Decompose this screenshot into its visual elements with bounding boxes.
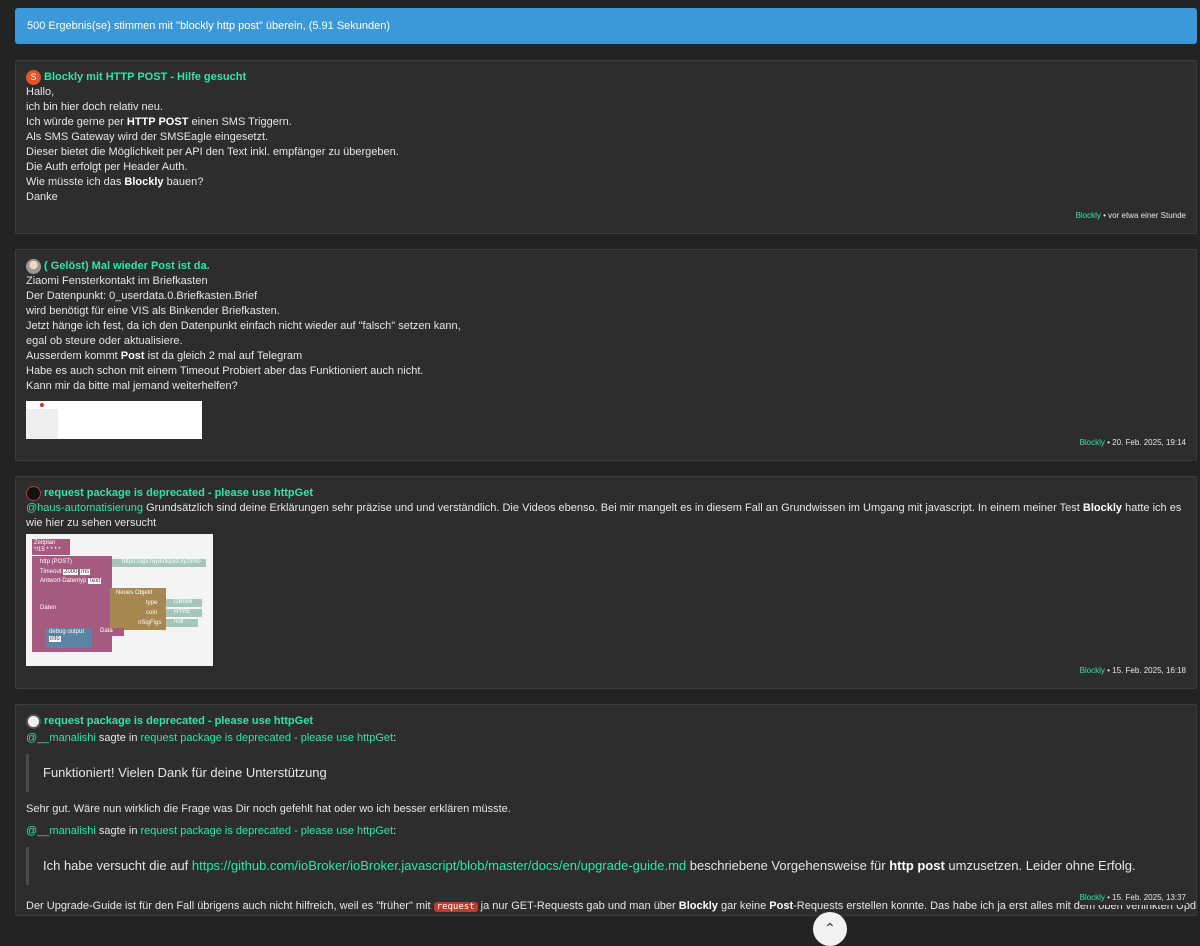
post-timestamp: • 20. Feb. 2025, 19:14	[1104, 438, 1186, 447]
user-avatar[interactable]	[26, 485, 41, 501]
post-text-line: Habe es auch schon mit einem Timeout Pro…	[26, 365, 424, 377]
category-link[interactable]: Blockly	[1076, 211, 1101, 220]
post-timestamp: • vor etwa einer Stunde	[1100, 211, 1186, 220]
post-meta: Blockly • 20. Feb. 2025, 19:14	[1080, 435, 1186, 450]
block-data-variable: Data	[92, 628, 124, 636]
search-result-card: request package is deprecated - please u…	[15, 476, 1197, 689]
search-result-card: request package is deprecated - please u…	[15, 704, 1197, 916]
user-avatar[interactable]: S	[26, 69, 41, 85]
result-title-link[interactable]: request package is deprecated - please u…	[44, 486, 313, 501]
block-label: Antwort-Datentyp Text	[40, 578, 102, 584]
post-text-line: wird benötigt für eine VIS als Binkender…	[26, 305, 280, 317]
user-mention-link[interactable]: @__manalishi	[26, 825, 96, 837]
dot-icon	[40, 403, 44, 407]
post-text-line: Wie müsste ich das Blockly bauen?	[26, 176, 204, 188]
post-text-line: Die Auth erfolgt per Header Auth.	[26, 161, 188, 173]
post-text-line: Ziaomi Fensterkontakt im Briefkasten	[26, 275, 208, 287]
post-text-line: Als SMS Gateway wird der SMSEagle einges…	[26, 131, 269, 143]
post-text-line: egal ob steure oder aktualisiere.	[26, 335, 183, 347]
post-text-line: Sehr gut. Wäre nun wirklich die Frage wa…	[26, 803, 511, 815]
block-zeitplan: Zeitplan */15 * * * *	[32, 539, 70, 555]
post-meta: Blockly • 15. Feb. 2025, 16:18	[1080, 663, 1186, 678]
block-value: HYPE	[166, 609, 202, 617]
search-results-banner: 500 Ergebnis(se) stimmen mit "blockly ht…	[15, 8, 1197, 44]
post-text-line: Dieser bietet die Möglichkeit per API de…	[26, 146, 399, 158]
post-text-line: Kann mir da bitte mal jemand weiterhelfe…	[26, 380, 238, 392]
user-avatar[interactable]	[26, 258, 41, 274]
toolbox-panel	[26, 409, 58, 439]
post-image-thumbnail[interactable]	[26, 401, 202, 439]
user-mention-link[interactable]: @haus-automatisierung	[26, 502, 143, 514]
user-mention-link[interactable]: @__manalishi	[26, 732, 96, 744]
blockquote: Funktioniert! Vielen Dank für deine Unte…	[26, 754, 1186, 792]
post-text-line: Ich würde gerne per HTTP POST einen SMS …	[26, 116, 292, 128]
search-result-card: ( Gelöst) Mal wieder Post ist da. Ziaomi…	[15, 249, 1197, 461]
topic-reference-link[interactable]: request package is deprecated - please u…	[141, 825, 394, 837]
post-timestamp: • 15. Feb. 2025, 13:37	[1104, 893, 1186, 902]
quote-attribution: @__manalishi sagte in request package is…	[26, 825, 397, 837]
block-label: Timeout 2000 ms	[40, 569, 91, 575]
chevron-up-icon: ⌃	[824, 920, 836, 936]
result-title-link[interactable]: request package is deprecated - please u…	[44, 714, 313, 729]
block-url: https://api.hyperliquid.xyz/info	[112, 559, 206, 567]
blockquote: Ich habe versucht die auf https://github…	[26, 847, 1186, 885]
category-link[interactable]: Blockly	[1080, 893, 1105, 902]
scroll-to-top-button[interactable]: ⌃	[813, 912, 847, 946]
user-avatar[interactable]	[26, 713, 41, 729]
result-title-link[interactable]: ( Gelöst) Mal wieder Post ist da.	[44, 259, 210, 274]
block-label: type	[146, 600, 158, 606]
post-meta: Blockly • vor etwa einer Stunde	[1076, 208, 1186, 223]
block-label: Daten	[40, 605, 57, 611]
post-text-line: Ausserdem kommt Post ist da gleich 2 mal…	[26, 350, 303, 362]
category-link[interactable]: Blockly	[1080, 666, 1105, 675]
post-text: @haus-automatisierung Grundsätzlich sind…	[26, 502, 1182, 529]
block-label: http (POST)	[40, 559, 73, 565]
search-result-card: S Blockly mit HTTP POST - Hilfe gesucht …	[15, 60, 1197, 234]
block-debug-output: debug output info	[46, 628, 92, 648]
topic-reference-link[interactable]: request package is deprecated - please u…	[141, 732, 394, 744]
block-label: nSigFigs	[138, 620, 162, 626]
block-value: null	[166, 619, 198, 627]
post-meta: Blockly • 15. Feb. 2025, 13:37	[1079, 890, 1186, 905]
post-text-line: Jetzt hänge ich fest, da ich den Datenpu…	[26, 320, 461, 332]
category-link[interactable]: Blockly	[1080, 438, 1105, 447]
upgrade-guide-link[interactable]: https://github.com/ioBroker/ioBroker.jav…	[192, 858, 686, 873]
block-label: coin	[146, 610, 158, 616]
result-title-link[interactable]: Blockly mit HTTP POST - Hilfe gesucht	[44, 70, 246, 85]
post-image-thumbnail[interactable]: Zeitplan */15 * * * * http (POST) https:/…	[26, 534, 213, 666]
quote-attribution: @__manalishi sagte in request package is…	[26, 732, 397, 744]
post-text-line: Der Upgrade-Guide ist für den Fall übrig…	[26, 900, 1197, 912]
post-text-line: Der Datenpunkt: 0_userdata.0.Briefkasten…	[26, 290, 258, 302]
block-label: Neues Objekt	[116, 590, 153, 596]
post-text-line: Danke	[26, 191, 58, 203]
code-tag: request	[433, 902, 478, 912]
post-text-line: Hallo,	[26, 86, 55, 98]
block-value: l2Book	[166, 599, 202, 607]
post-timestamp: • 15. Feb. 2025, 16:18	[1104, 666, 1186, 675]
post-text-line: ich bin hier doch relativ neu.	[26, 101, 163, 113]
